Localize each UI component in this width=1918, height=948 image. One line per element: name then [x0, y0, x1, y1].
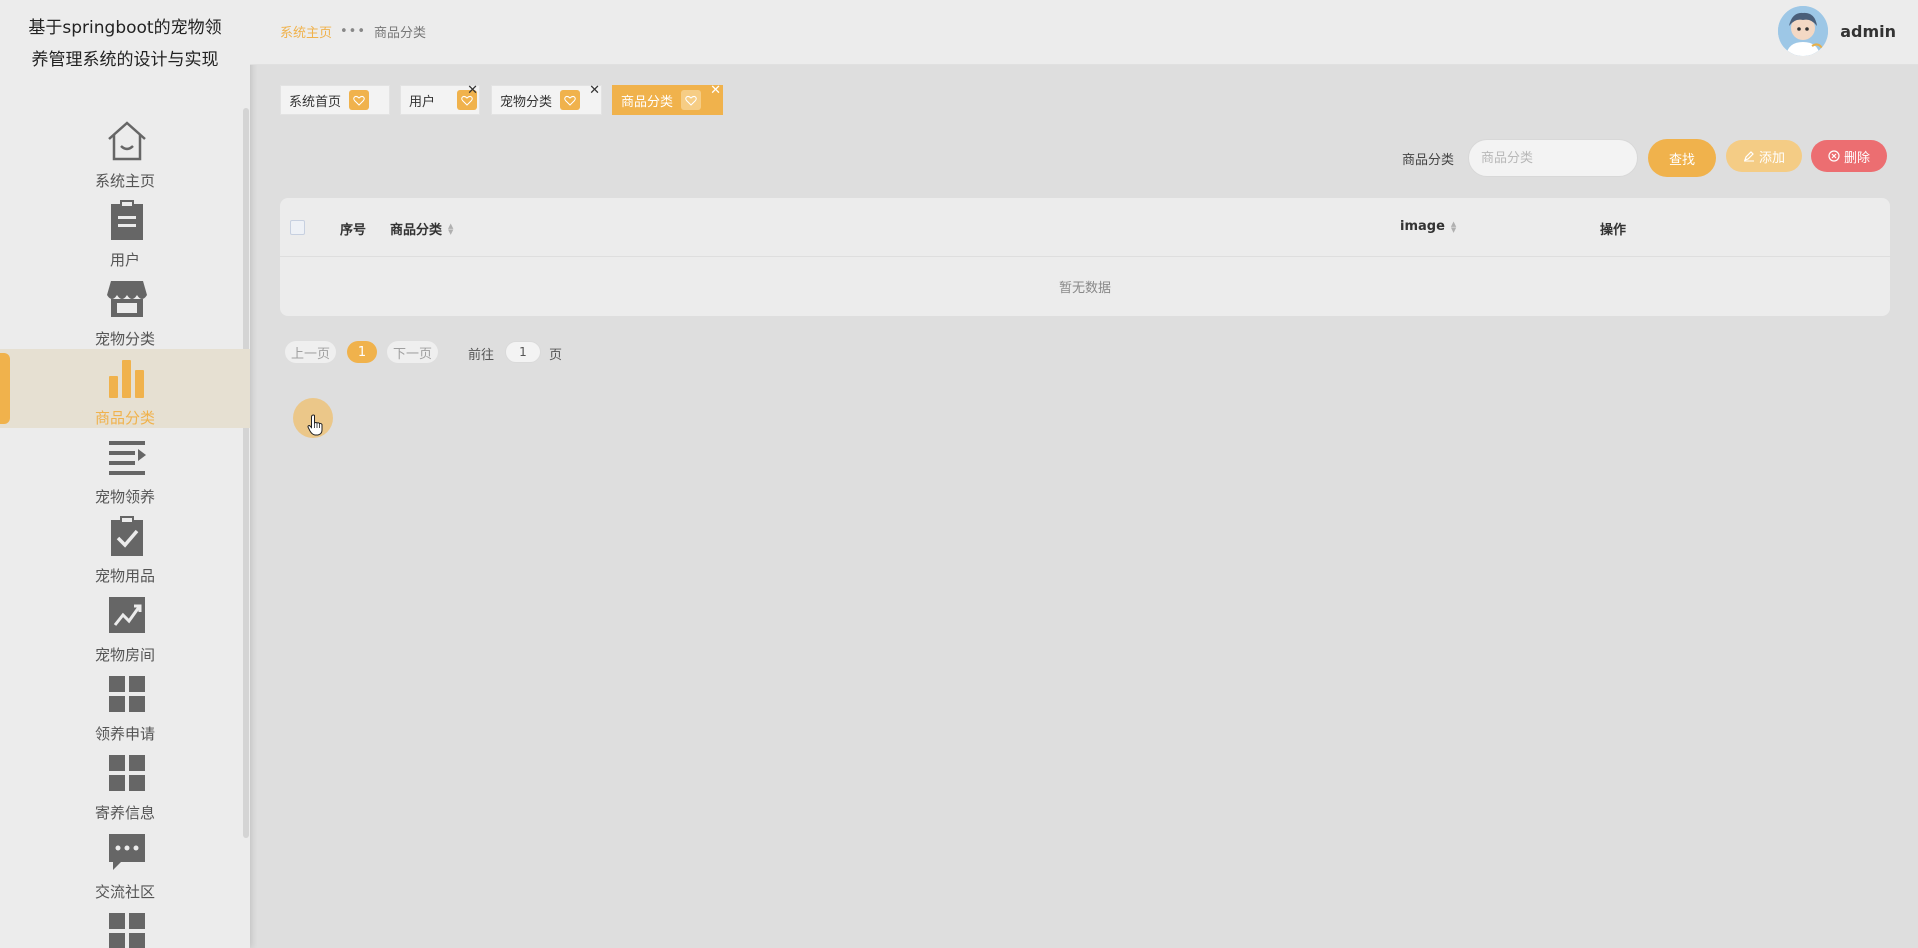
avatar[interactable] [1778, 6, 1829, 56]
tab-pet-category[interactable]: 宠物分类 ✕ [491, 83, 602, 115]
heart-icon [681, 90, 702, 110]
table-empty-text: 暂无数据 [1058, 281, 1111, 296]
list-icon [104, 434, 150, 480]
username[interactable]: admin [1840, 22, 1896, 41]
tab-goods-category[interactable]: 商品分类 ✕ [612, 83, 723, 115]
sidebar-item-adoption-apply[interactable]: 领养申请 [0, 665, 250, 744]
sidebar-item-home[interactable]: 系统主页 [0, 112, 250, 191]
user-menu[interactable]: admin [1778, 6, 1896, 56]
tab-system-home[interactable]: 系统首页 [280, 85, 390, 115]
column-header-goods-category[interactable]: 商品分类 ▲ ▼ [390, 219, 453, 238]
sidebar-item-community[interactable]: 交流社区 [0, 823, 250, 902]
column-label: image [1400, 219, 1445, 234]
hand-cursor-icon [307, 414, 323, 436]
shop-icon [104, 276, 150, 322]
breadcrumb-home[interactable]: 系统主页 [280, 22, 332, 41]
sidebar-item-pet-supplies[interactable]: 宠物用品 [0, 507, 250, 586]
app-title-line-2: 养管理系统的设计与实现 [31, 50, 219, 70]
add-button[interactable]: 添加 [1726, 140, 1802, 172]
bar-chart-icon [104, 355, 150, 401]
sort-icon[interactable]: ▲ ▼ [448, 222, 453, 235]
breadcrumb-current: 商品分类 [374, 26, 427, 41]
clipboard-check-icon [104, 513, 150, 559]
sidebar-item-pet-room[interactable]: 宠物房间 [0, 586, 250, 665]
chat-icon [104, 829, 150, 875]
tab-label: 商品分类 [621, 94, 674, 110]
sidebar-item-foster-info[interactable]: 寄养信息 [0, 744, 250, 823]
search-button[interactable]: 查找 [1648, 139, 1716, 177]
breadcrumb: 系统主页 ••• 商品分类 [280, 22, 426, 41]
data-table: 序号 商品分类 ▲ ▼ image ▲ ▼ 操作 暂无数据 [280, 198, 1890, 316]
delete-button-label: 删除 [1843, 150, 1870, 166]
sidebar-item-pet-category[interactable]: 宠物分类 [0, 270, 250, 349]
clipboard-icon [104, 197, 150, 243]
tab-label: 用户 [409, 94, 436, 110]
sidebar-item-label: 领养申请 [94, 725, 155, 743]
grid-icon [104, 750, 150, 796]
sidebar-item-label: 用户 [109, 251, 140, 269]
sidebar-item-label: 宠物分类 [94, 330, 155, 348]
sort-icon[interactable]: ▲ ▼ [1451, 220, 1456, 233]
add-button-label: 添加 [1758, 150, 1785, 166]
app-title-line-1: 基于springboot的宠物领 [28, 18, 222, 38]
sidebar-item-goods-category[interactable]: 商品分类 [0, 349, 250, 428]
prev-page-button[interactable]: 上一页 [285, 341, 337, 363]
goto-label: 前往 [468, 348, 495, 363]
heart-icon [560, 90, 581, 110]
sidebar-item-label: 宠物领养 [94, 488, 155, 506]
sidebar-menu: 系统主页 用户 宠物分类 商品分类 宠物领养 宠物用品 宠物房间 领养申请 寄养… [0, 112, 250, 948]
select-all-checkbox[interactable] [290, 220, 305, 235]
next-page-button[interactable]: 下一页 [387, 341, 439, 363]
top-header: 系统主页 ••• 商品分类 admin [250, 0, 1918, 65]
sidebar-item-more[interactable] [0, 902, 250, 948]
grid-icon [104, 671, 150, 717]
column-label: 操作 [1600, 223, 1627, 238]
close-icon[interactable]: ✕ [589, 83, 600, 98]
sidebar-item-label: 寄养信息 [94, 804, 155, 822]
search-input[interactable] [1468, 139, 1638, 177]
close-icon[interactable]: ✕ [467, 83, 478, 98]
sidebar: 基于springboot的宠物领 养管理系统的设计与实现 系统主页 用户 宠物分… [0, 0, 250, 948]
column-header-image[interactable]: image ▲ ▼ [1400, 219, 1456, 234]
page-unit-label: 页 [549, 348, 563, 363]
delete-button[interactable]: 删除 [1811, 140, 1887, 172]
grid-icon [104, 908, 150, 948]
app-title: 基于springboot的宠物领 养管理系统的设计与实现 [10, 12, 240, 76]
column-label: 序号 [340, 223, 367, 238]
sidebar-item-pet-adoption[interactable]: 宠物领养 [0, 428, 250, 507]
home-icon [104, 118, 150, 164]
sidebar-item-label: 宠物用品 [94, 567, 155, 585]
close-icon[interactable]: ✕ [710, 83, 721, 98]
heart-icon [349, 90, 370, 110]
breadcrumb-separator-icon: ••• [340, 24, 367, 39]
sidebar-item-label: 宠物房间 [94, 646, 155, 664]
column-header-index: 序号 [340, 219, 366, 238]
column-header-actions: 操作 [1600, 219, 1626, 238]
tab-label: 宠物分类 [500, 94, 553, 110]
table-header: 序号 商品分类 ▲ ▼ image ▲ ▼ 操作 [280, 198, 1890, 257]
tab-users[interactable]: 用户 ✕ [400, 83, 480, 115]
page-number-current[interactable]: 1 [347, 341, 377, 363]
sidebar-item-label: 商品分类 [94, 409, 155, 427]
column-label: 商品分类 [390, 223, 443, 238]
sidebar-item-label: 交流社区 [94, 883, 155, 901]
trend-chart-icon [104, 592, 150, 638]
sidebar-item-users[interactable]: 用户 [0, 191, 250, 270]
circle-close-icon [1828, 150, 1840, 162]
search-label: 商品分类 [1402, 153, 1455, 168]
goto-page-input[interactable] [505, 341, 541, 363]
sidebar-item-label: 系统主页 [94, 172, 155, 190]
edit-icon [1743, 151, 1754, 162]
tab-label: 系统首页 [289, 94, 342, 110]
